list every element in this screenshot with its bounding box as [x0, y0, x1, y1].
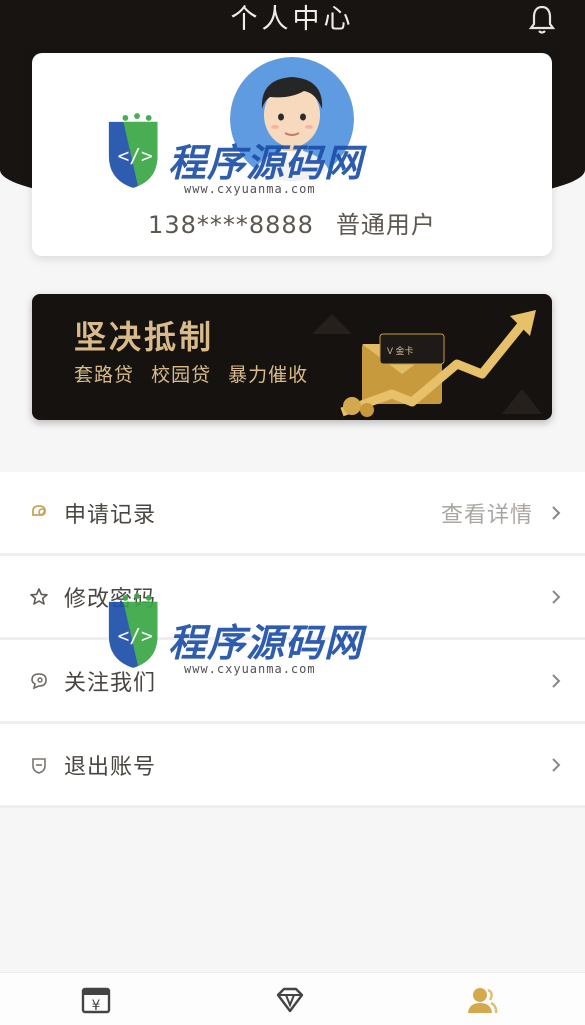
bell-icon[interactable] [527, 4, 557, 36]
menu-item-logout[interactable]: 退出账号 [0, 724, 585, 808]
banner-tag: 校园贷 [151, 364, 212, 386]
banner-tag: 套路贷 [74, 364, 135, 386]
watermark-url: www.cxyuanma.com [184, 182, 316, 196]
tab-loan[interactable]: ¥ [80, 985, 112, 1015]
chevron-right-icon [552, 505, 561, 520]
banner-title: 坚决抵制 [74, 318, 215, 356]
user-type: 普通用户 [335, 211, 436, 239]
phone-number: 138****8888 [148, 211, 314, 239]
chevron-right-icon [552, 589, 561, 604]
watermark-url: www.cxyuanma.com [184, 662, 316, 676]
svg-text:V 金卡: V 金卡 [387, 345, 414, 356]
watermark-text: 程序源码网 [168, 141, 364, 185]
tab-profile[interactable] [466, 985, 498, 1015]
rising-arrow-illustration: V 金卡 [312, 310, 542, 417]
loan-icon: ¥ [81, 987, 111, 1014]
menu-item-label: 申请记录 [64, 502, 157, 528]
chat-icon [28, 670, 50, 692]
watermark: </> 程序源码网 www.cxyuanma.com [104, 112, 362, 212]
chevron-right-icon [552, 757, 561, 772]
chevron-right-icon [552, 673, 561, 688]
bottom-nav: ¥ [0, 972, 585, 1025]
page-title: 个人中心 [230, 4, 355, 35]
diamond-icon [276, 987, 304, 1013]
shield-icon [28, 754, 50, 776]
watermark-logo: </> [108, 593, 158, 668]
watermark-text: 程序源码网 [168, 621, 364, 665]
user-icon [468, 988, 498, 1014]
svg-text:</>: </> [118, 625, 153, 648]
star-icon [28, 586, 50, 608]
menu-item-label: 退出账号 [64, 754, 157, 780]
anti-fraud-banner[interactable]: 坚决抵制 套路贷 校园贷 暴力催收 V 金卡 [32, 294, 552, 420]
banner-subtitle: 套路贷 校园贷 暴力催收 [74, 360, 318, 387]
view-details-link[interactable]: 查看详情 [441, 497, 533, 529]
svg-text:</>: </> [118, 145, 153, 168]
watermark-logo: </> [108, 113, 158, 188]
applications-icon [28, 502, 50, 524]
tab-vip[interactable] [274, 985, 306, 1015]
svg-text:¥: ¥ [92, 998, 101, 1014]
menu-item-applications[interactable]: 申请记录 查看详情 [0, 472, 585, 556]
watermark: </> 程序源码网 www.cxyuanma.com [104, 592, 362, 692]
